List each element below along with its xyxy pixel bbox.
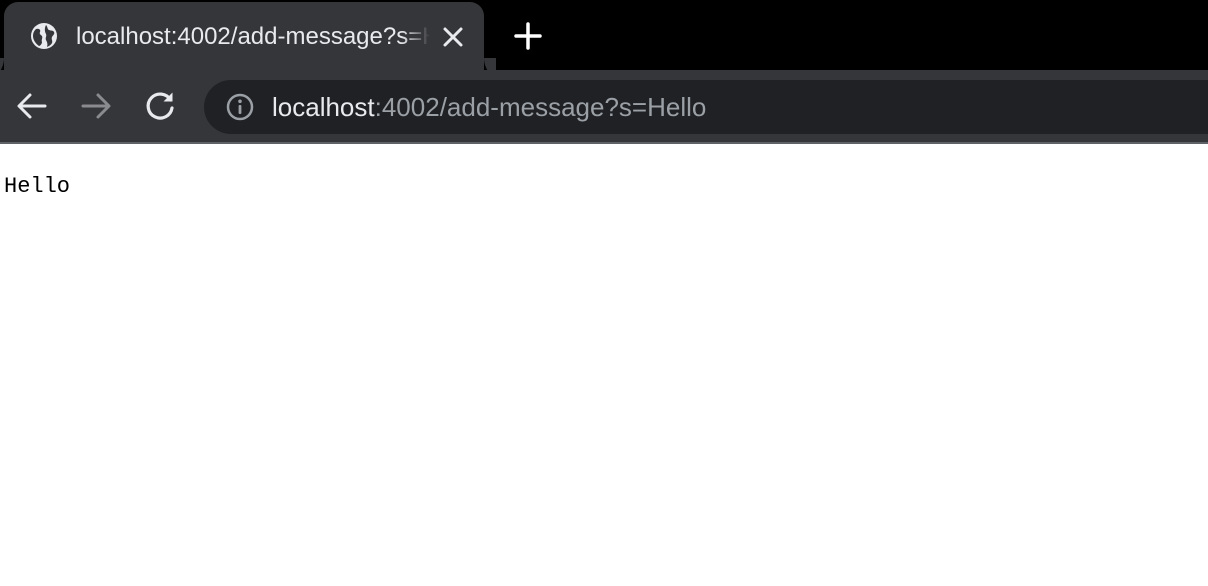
back-arrow-icon[interactable]: [14, 88, 50, 124]
reload-icon[interactable]: [142, 88, 178, 124]
url-text: localhost:4002/add-message?s=Hello: [272, 90, 706, 124]
tab-flare-right: [484, 58, 496, 70]
page-body-text: Hello: [4, 174, 71, 199]
url-host: localhost: [272, 92, 375, 122]
close-icon[interactable]: [440, 24, 466, 50]
plus-icon[interactable]: [510, 18, 546, 54]
address-bar[interactable]: localhost:4002/add-message?s=Hello: [204, 80, 1208, 134]
info-icon[interactable]: [226, 93, 254, 121]
active-tab[interactable]: localhost:4002/add-message?s=Hello: [4, 2, 484, 70]
page-content: Hello: [0, 144, 1208, 586]
tab-strip: localhost:4002/add-message?s=Hello: [0, 0, 1208, 70]
tab-title: localhost:4002/add-message?s=Hello: [76, 23, 430, 50]
tab-flare-left: [0, 58, 4, 70]
browser-window: localhost:4002/add-message?s=Hello: [0, 0, 1208, 586]
browser-toolbar: localhost:4002/add-message?s=Hello: [0, 70, 1208, 142]
url-path: :4002/add-message?s=Hello: [374, 92, 707, 122]
forward-arrow-icon[interactable]: [78, 88, 114, 124]
globe-icon: [30, 22, 58, 50]
